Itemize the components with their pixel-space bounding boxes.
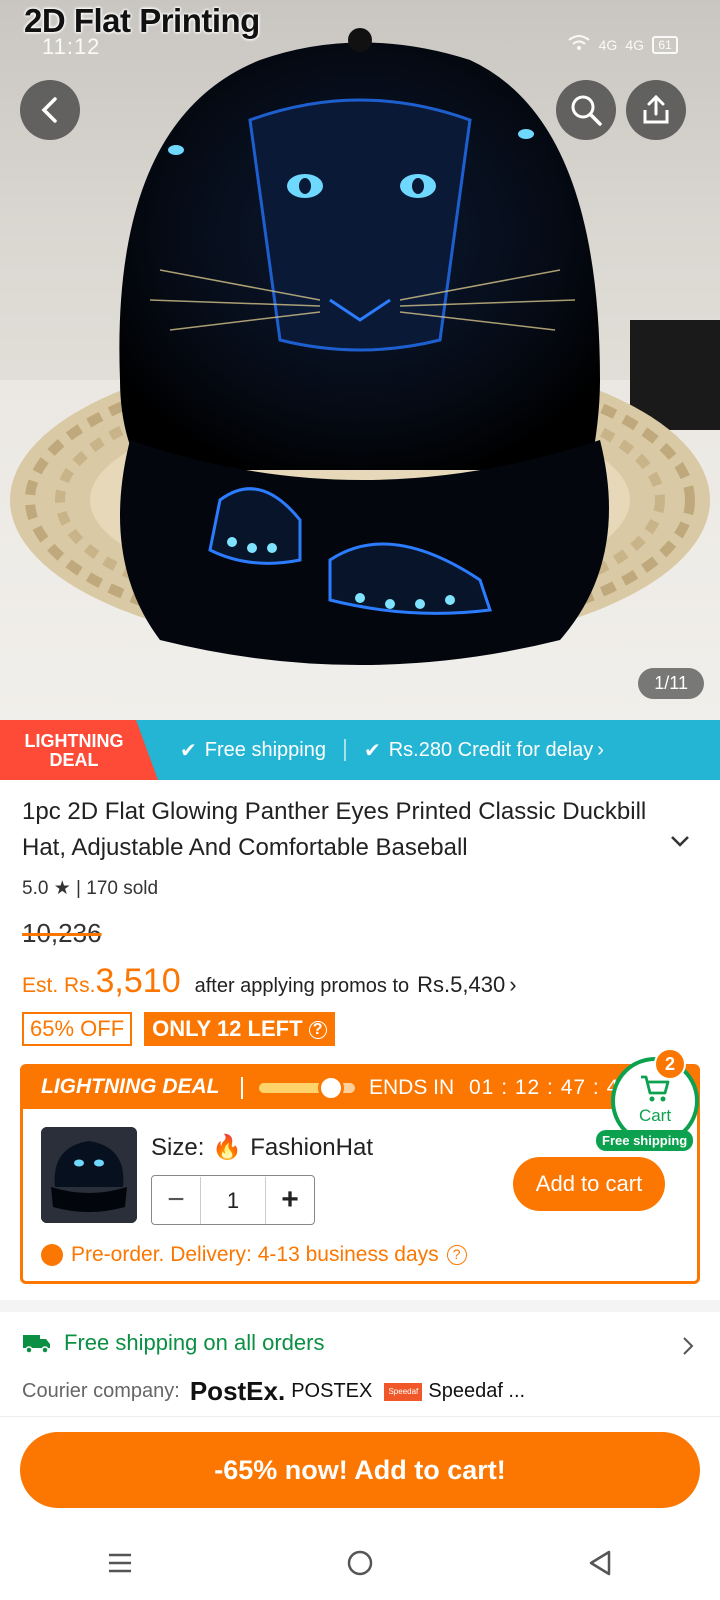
courier-row: Courier company: PostEx. POSTEX Speedaf … [22, 1376, 525, 1407]
chevron-right-icon [683, 1337, 694, 1355]
truck-icon [23, 1335, 50, 1354]
chevron-down-icon [671, 836, 689, 847]
size-selector[interactable]: Size: 🔥 FashionHat [151, 1133, 373, 1162]
ends-in-label: ENDS IN [369, 1076, 455, 1099]
back-button[interactable] [20, 80, 80, 140]
cart-count-badge: 2 [654, 1048, 686, 1080]
product-title: 1pc 2D Flat Glowing Panther Eyes Printed… [22, 798, 647, 861]
system-nav-bar [0, 1530, 720, 1600]
decrease-button[interactable]: − [152, 1177, 200, 1224]
cart-label: Cart [638, 1106, 672, 1125]
product-image[interactable]: 2D Flat Printing 11:12 4G 4G 61 1/11 [0, 0, 720, 720]
speedaf-logo: Speedaf [384, 1382, 423, 1401]
help-icon: ? [446, 1245, 467, 1265]
variant-thumbnail[interactable] [41, 1127, 137, 1223]
promo-strip[interactable]: LIGHTNING DEAL ✔ Free shipping ✔ Rs.280 … [0, 720, 720, 780]
status-bar: 11:12 4G 4G 61 [0, 28, 720, 68]
courier-speedaf: Speedaf ... [428, 1380, 526, 1402]
share-icon [643, 94, 669, 124]
add-to-cart-button[interactable]: Add to cart [513, 1157, 665, 1211]
deal-progress-bar [259, 1075, 355, 1101]
share-button[interactable] [626, 80, 686, 140]
postex-logo: PostEx. [189, 1376, 286, 1406]
clock-icon [41, 1244, 63, 1266]
shipping-chevron[interactable] [682, 1336, 694, 1361]
search-icon [571, 95, 602, 126]
lightning-deal-panel: LIGHTNING DEAL ENDS IN 01 : 12 : 47 : 43… [20, 1064, 700, 1284]
back-nav-button[interactable] [587, 1549, 613, 1582]
help-icon: ? [308, 1021, 327, 1040]
free-shipping-headline: Free shipping on all orders [64, 1330, 325, 1355]
section-divider [0, 1300, 720, 1312]
original-price: 10,236 [22, 918, 102, 948]
divider [0, 1416, 720, 1417]
discount-badge: 65% OFF [22, 1012, 133, 1046]
wifi-icon [567, 34, 591, 55]
deal-header: LIGHTNING DEAL ENDS IN 01 : 12 : 47 : 43 [23, 1067, 697, 1109]
est-price: 3,510 [95, 962, 181, 1000]
increase-button[interactable]: + [266, 1177, 314, 1224]
check-icon: ✔ [363, 739, 381, 762]
sold-count: 170 sold [86, 878, 159, 899]
estimated-price-row[interactable]: Est. Rs. 3,510 after applying promos to … [22, 962, 517, 1001]
countdown-timer: 01 : 12 : 47 : 43 [469, 1076, 632, 1099]
promo-price: Rs.5,430 [417, 972, 506, 997]
est-label: Est. Rs. [22, 974, 96, 997]
credit-label: Rs.280 Credit for delay [388, 738, 594, 761]
lightning-deal-label: LIGHTNING DEAL [24, 731, 124, 770]
size-label: Size: [151, 1133, 205, 1161]
status-icons: 4G 4G 61 [567, 34, 678, 55]
image-counter: 1/11 [638, 668, 704, 699]
divider [241, 1077, 243, 1099]
preorder-info[interactable]: Pre-order. Delivery: 4-13 business days … [41, 1243, 467, 1267]
stock-badge[interactable]: ONLY 12 LEFT ? [144, 1012, 335, 1046]
rating-row[interactable]: 5.0 ★ | 170 sold [22, 877, 158, 900]
panther-cap-thumbnail [41, 1127, 137, 1223]
expand-title-button[interactable] [670, 834, 690, 852]
quantity-stepper[interactable]: − 1 + [151, 1175, 315, 1225]
flame-icon: 🔥 [212, 1134, 243, 1161]
preorder-text: Pre-order. Delivery: 4-13 business days [71, 1243, 439, 1266]
courier-label: Courier company: [22, 1380, 180, 1402]
chevron-right-icon: › [597, 738, 604, 761]
star-icon: ★ [53, 878, 71, 899]
signal-icon-2: 4G [625, 36, 644, 53]
free-shipping-label: Free shipping [204, 738, 326, 761]
search-button[interactable] [556, 80, 616, 140]
check-icon: ✔ [180, 739, 197, 762]
stock-badge-text: ONLY 12 LEFT [152, 1016, 303, 1041]
battery-icon: 61 [652, 35, 678, 54]
divider: | [76, 878, 81, 899]
chevron-left-icon [41, 97, 57, 123]
recent-apps-icon [108, 1553, 131, 1572]
main-add-to-cart-button[interactable]: -65% now! Add to cart! [20, 1432, 700, 1508]
cart-free-shipping-badge: Free shipping [596, 1130, 694, 1151]
menu-nav-button[interactable] [107, 1551, 133, 1580]
clock-icon [318, 1075, 344, 1101]
shipping-info-row[interactable]: Free shipping on all orders [22, 1330, 702, 1356]
home-nav-button[interactable] [346, 1549, 374, 1582]
back-triangle-icon [590, 1550, 611, 1575]
quantity-value[interactable]: 1 [200, 1176, 266, 1224]
courier-postex: POSTEX [291, 1380, 373, 1402]
deal-title: LIGHTNING DEAL [41, 1075, 220, 1098]
chevron-right-icon: › [509, 972, 517, 997]
signal-icon: 4G [598, 36, 618, 53]
home-circle-icon [347, 1550, 373, 1575]
status-time: 11:12 [42, 34, 101, 59]
rating-value: 5.0 [22, 878, 49, 899]
after-promos-text: after applying promos to [194, 975, 410, 997]
size-value: FashionHat [250, 1133, 373, 1161]
divider [343, 739, 346, 761]
